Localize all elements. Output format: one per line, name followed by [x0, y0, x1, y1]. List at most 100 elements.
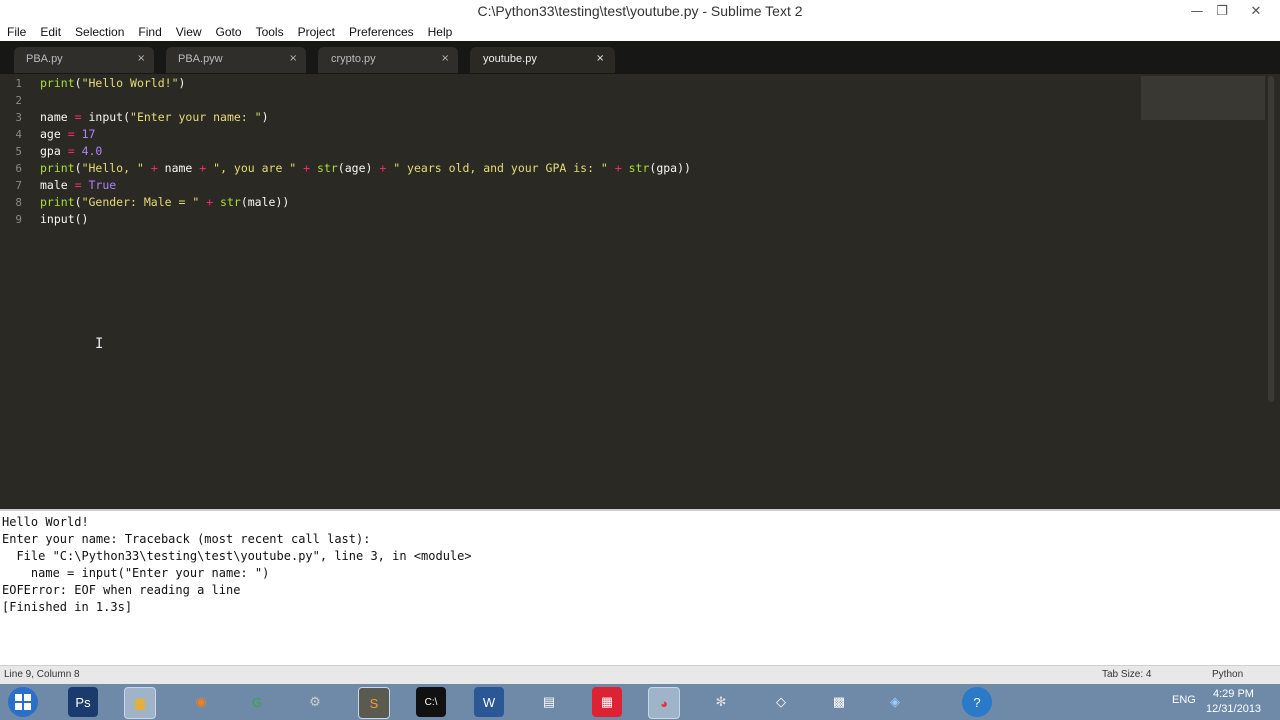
code-token: age: [40, 127, 68, 141]
start-button[interactable]: [8, 687, 38, 717]
tab-close-icon[interactable]: ×: [137, 53, 145, 64]
menu-tools[interactable]: Tools: [249, 25, 291, 39]
code-token: (: [74, 161, 82, 175]
code-token: str: [220, 195, 241, 209]
code-line-7: male = True: [40, 178, 116, 192]
code-token: 17: [81, 127, 96, 141]
code-token: +: [372, 161, 394, 175]
code-token: =: [74, 178, 82, 192]
line-number: 8: [15, 196, 22, 209]
unity-icon[interactable]: ◇: [766, 687, 796, 717]
code-token: (male)): [240, 195, 290, 209]
minimize-button[interactable]: —: [1185, 0, 1209, 22]
menu-selection[interactable]: Selection: [68, 25, 131, 39]
code-line-9: input(): [40, 212, 88, 226]
map-app-icon[interactable]: ◈: [880, 687, 910, 717]
menu-edit[interactable]: Edit: [33, 25, 68, 39]
menu-view[interactable]: View: [169, 25, 209, 39]
blender-icon[interactable]: ◉: [186, 687, 216, 717]
code-token: "Hello World!": [81, 76, 179, 90]
console-line: File "C:\Python33\testing\test\youtube.p…: [2, 549, 472, 563]
tab-label: crypto.py: [331, 53, 376, 65]
code-token: +: [296, 161, 318, 175]
code-token: print: [40, 161, 75, 175]
console-line: Enter your name: Traceback (most recent …: [2, 532, 371, 546]
office-icon[interactable]: ▦: [592, 687, 622, 717]
help-icon[interactable]: ?: [962, 687, 992, 717]
code-token: name: [40, 110, 75, 124]
code-token: +: [607, 161, 629, 175]
code-token: =: [67, 127, 75, 141]
tab-label: PBA.py: [26, 53, 63, 65]
menu-file[interactable]: File: [0, 25, 33, 39]
chrome-icon[interactable]: ◕: [648, 687, 680, 719]
grid-app-icon[interactable]: ▩: [824, 687, 854, 717]
code-token: (: [74, 76, 82, 90]
code-token: +: [192, 161, 214, 175]
maximize-button[interactable]: ❐: [1210, 0, 1234, 22]
photoshop-icon[interactable]: Ps: [68, 687, 98, 717]
menu-bar: File Edit Selection Find View Goto Tools…: [0, 22, 1280, 41]
build-output-panel[interactable]: Hello World! Enter your name: Traceback …: [0, 509, 1280, 667]
close-window-button[interactable]: ✕: [1238, 0, 1274, 22]
code-token: " years old, and your GPA is: ": [393, 161, 608, 175]
menu-goto[interactable]: Goto: [209, 25, 249, 39]
status-bar: Line 9, Column 8 Tab Size: 4 Python: [0, 665, 1280, 685]
tab-label: youtube.py: [483, 53, 537, 65]
file-explorer-icon[interactable]: ▆: [124, 687, 156, 719]
code-line-5: gpa = 4.0: [40, 144, 102, 158]
text-cursor-icon: I: [95, 336, 104, 352]
tab-size-indicator[interactable]: Tab Size: 4: [1102, 669, 1151, 680]
tab-pba-py[interactable]: PBA.py ×: [14, 47, 154, 73]
editor-scrollbar[interactable]: [1268, 76, 1274, 402]
greenshot-icon[interactable]: G: [242, 687, 272, 717]
line-number: 2: [15, 94, 22, 107]
tab-label: PBA.pyw: [178, 53, 223, 65]
syntax-indicator[interactable]: Python: [1212, 669, 1243, 680]
code-token: True: [88, 178, 117, 192]
tab-youtube-py[interactable]: youtube.py ×: [470, 47, 615, 73]
document-icon[interactable]: ▤: [534, 687, 564, 717]
clock-date[interactable]: 12/31/2013: [1206, 703, 1261, 715]
tab-pba-pyw[interactable]: PBA.pyw ×: [166, 47, 306, 73]
tab-close-icon[interactable]: ×: [289, 53, 297, 64]
code-line-3: name = input("Enter your name: "): [40, 110, 269, 124]
code-token: ): [261, 110, 269, 124]
code-token: =: [74, 110, 82, 124]
window-title: C:\Python33\testing\test\youtube.py - Su…: [477, 3, 803, 19]
line-number: 4: [15, 128, 22, 141]
menu-help[interactable]: Help: [421, 25, 460, 39]
windows-logo-icon: [15, 694, 31, 710]
sublime-text-icon[interactable]: S: [358, 687, 390, 719]
code-token: "Gender: Male = ": [81, 195, 200, 209]
tab-crypto-py[interactable]: crypto.py ×: [318, 47, 458, 73]
menu-project[interactable]: Project: [291, 25, 342, 39]
word-icon[interactable]: W: [474, 687, 504, 717]
code-token: input(: [81, 110, 131, 124]
app-icon[interactable]: ⚙: [300, 687, 330, 717]
line-number: 6: [15, 162, 22, 175]
console-line: EOFError: EOF when reading a line: [2, 583, 241, 597]
code-token: ): [178, 76, 186, 90]
tab-close-icon[interactable]: ×: [596, 53, 604, 64]
code-token: (): [74, 212, 89, 226]
language-indicator[interactable]: ENG: [1172, 694, 1196, 706]
tab-close-icon[interactable]: ×: [441, 53, 449, 64]
minimap[interactable]: [1141, 76, 1265, 120]
menu-preferences[interactable]: Preferences: [342, 25, 421, 39]
code-line-1: print("Hello World!"): [40, 76, 185, 90]
code-token: str: [317, 161, 338, 175]
code-token: print: [40, 76, 75, 90]
settings-icon[interactable]: ✻: [706, 687, 736, 717]
code-token: gpa: [40, 144, 68, 158]
code-line-4: age = 17: [40, 127, 95, 141]
clock-time[interactable]: 4:29 PM: [1213, 688, 1254, 700]
menu-find[interactable]: Find: [131, 25, 168, 39]
command-prompt-icon[interactable]: C:\: [416, 687, 446, 717]
code-token: input: [40, 212, 75, 226]
code-line-8: print("Gender: Male = " + str(male)): [40, 195, 289, 209]
code-editor[interactable]: 1 2 3 4 5 6 7 8 9 print("Hello World!") …: [0, 74, 1280, 509]
